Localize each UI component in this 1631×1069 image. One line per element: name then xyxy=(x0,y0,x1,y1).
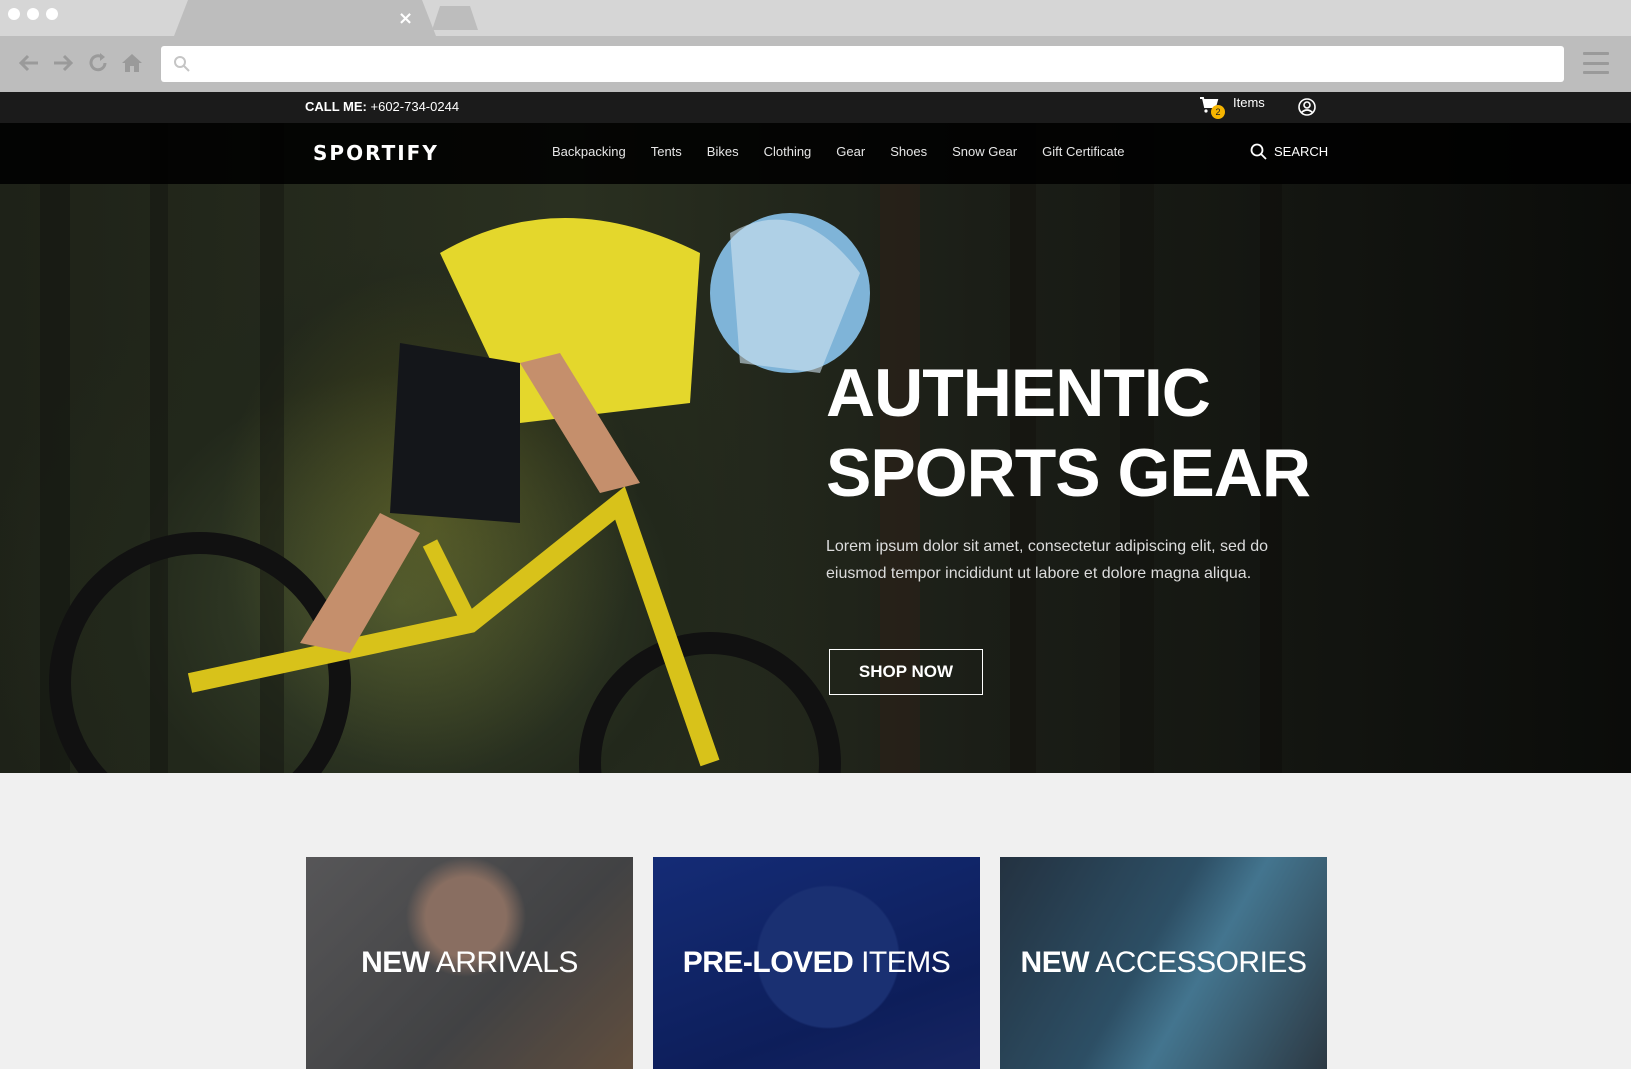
browser-tab-strip: × xyxy=(0,0,1631,36)
search-button[interactable]: SEARCH xyxy=(1250,143,1328,160)
maximize-window-dot[interactable] xyxy=(46,8,58,20)
cart-count-badge: 2 xyxy=(1211,105,1225,119)
card-title-strong: NEW xyxy=(361,946,430,979)
card-title-light: ITEMS xyxy=(853,946,951,979)
tab-close-icon[interactable]: × xyxy=(398,8,413,29)
search-label: SEARCH xyxy=(1274,144,1329,159)
nav-item-backpacking[interactable]: Backpacking xyxy=(552,144,626,159)
card-title: PRE-LOVED ITEMS xyxy=(683,946,951,980)
category-card-pre-loved-items[interactable]: PRE-LOVED ITEMS xyxy=(653,857,980,1069)
close-window-dot[interactable] xyxy=(8,8,20,20)
call-label: CALL ME: xyxy=(305,99,367,114)
main-navbar: SPORTIFY Backpacking Tents Bikes Clothin… xyxy=(0,123,1631,184)
cart-label: Items xyxy=(1233,95,1265,110)
forward-arrow-icon[interactable] xyxy=(50,48,76,78)
category-card-new-arrivals[interactable]: NEW ARRIVALS xyxy=(306,857,633,1069)
main-menu: Backpacking Tents Bikes Clothing Gear Sh… xyxy=(552,144,1149,159)
phone-number[interactable]: +602-734-0244 xyxy=(371,99,460,114)
hero-title-line-1: AUTHENTIC xyxy=(826,355,1211,431)
category-cards: NEW ARRIVALS PRE-LOVED ITEMS NEW ACCESSO… xyxy=(306,857,1327,1069)
hero-title-line-2: SPORTS GEAR xyxy=(826,435,1311,511)
cart-button[interactable]: 2 Items xyxy=(1199,95,1265,119)
minimize-window-dot[interactable] xyxy=(27,8,39,20)
nav-item-shoes[interactable]: Shoes xyxy=(890,144,927,159)
search-icon xyxy=(174,56,190,72)
hero-background-image xyxy=(40,123,1282,773)
top-info-bar: CALL ME: +602-734-0244 2 Items xyxy=(0,92,1631,123)
shop-now-button[interactable]: SHOP NOW xyxy=(829,649,983,695)
nav-item-gift-certificate[interactable]: Gift Certificate xyxy=(1042,144,1124,159)
hero-subtitle: Lorem ipsum dolor sit amet, consectetur … xyxy=(826,538,1268,582)
card-title-light: ACCESSORIES xyxy=(1089,946,1307,979)
address-bar[interactable] xyxy=(161,46,1564,82)
browser-toolbar xyxy=(0,36,1631,92)
search-icon xyxy=(1250,143,1267,160)
hamburger-menu-icon[interactable] xyxy=(1583,52,1609,74)
new-tab-button[interactable] xyxy=(432,6,478,30)
card-title-light: ARRIVALS xyxy=(429,946,579,979)
hero-title: AUTHENTIC SPORTS GEAR xyxy=(826,353,1346,513)
hero-content: AUTHENTIC SPORTS GEAR Lorem ipsum dolor … xyxy=(826,353,1346,695)
website: CALL ME: +602-734-0244 2 Items SPORTIFY … xyxy=(0,92,1631,1069)
window-controls xyxy=(8,8,58,20)
back-arrow-icon[interactable] xyxy=(16,48,42,78)
home-icon[interactable] xyxy=(119,48,145,78)
category-card-new-accessories[interactable]: NEW ACCESSORIES xyxy=(1000,857,1327,1069)
card-title-strong: PRE-LOVED xyxy=(682,946,854,979)
hero-banner: SPORTIFY Backpacking Tents Bikes Clothin… xyxy=(0,123,1631,773)
card-title: NEW ARRIVALS xyxy=(361,946,578,980)
nav-item-tents[interactable]: Tents xyxy=(651,144,682,159)
user-account-icon[interactable] xyxy=(1297,97,1317,117)
browser-tab-active[interactable] xyxy=(174,0,436,36)
contact-phone: CALL ME: +602-734-0244 xyxy=(305,99,459,114)
nav-item-gear[interactable]: Gear xyxy=(836,144,865,159)
nav-item-clothing[interactable]: Clothing xyxy=(764,144,812,159)
card-title-strong: NEW xyxy=(1020,946,1090,979)
nav-item-snow-gear[interactable]: Snow Gear xyxy=(952,144,1017,159)
reload-icon[interactable] xyxy=(85,48,111,78)
site-logo[interactable]: SPORTIFY xyxy=(313,141,439,165)
card-title: NEW ACCESSORIES xyxy=(1021,946,1307,980)
nav-item-bikes[interactable]: Bikes xyxy=(707,144,739,159)
